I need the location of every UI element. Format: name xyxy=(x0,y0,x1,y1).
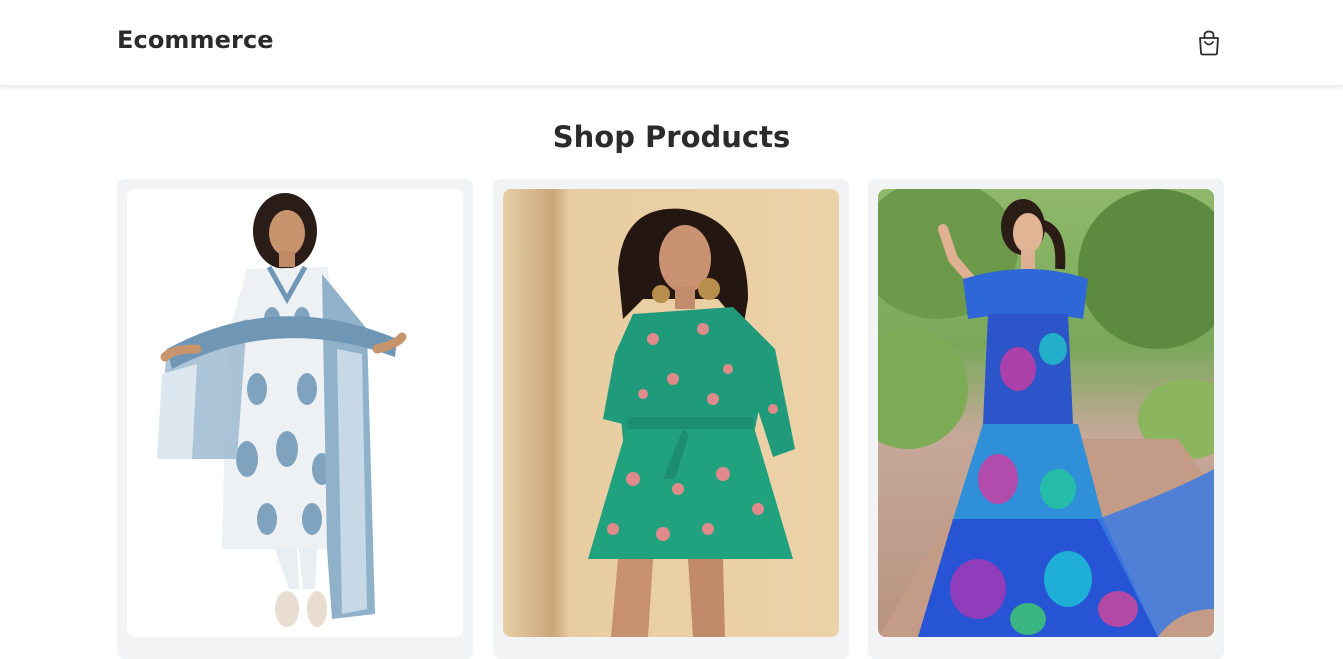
navbar: Ecommerce xyxy=(0,0,1343,86)
product-image[interactable] xyxy=(127,189,463,637)
page-title: Shop Products xyxy=(552,120,791,154)
shopping-bag-icon xyxy=(1199,30,1219,56)
product-image[interactable] xyxy=(503,189,839,637)
product-image[interactable] xyxy=(878,189,1214,637)
product-card[interactable] xyxy=(493,179,849,659)
product-card[interactable] xyxy=(117,179,473,659)
product-card[interactable] xyxy=(868,179,1224,659)
cart-button[interactable] xyxy=(1194,28,1224,58)
brand-logo[interactable]: Ecommerce xyxy=(117,26,274,54)
